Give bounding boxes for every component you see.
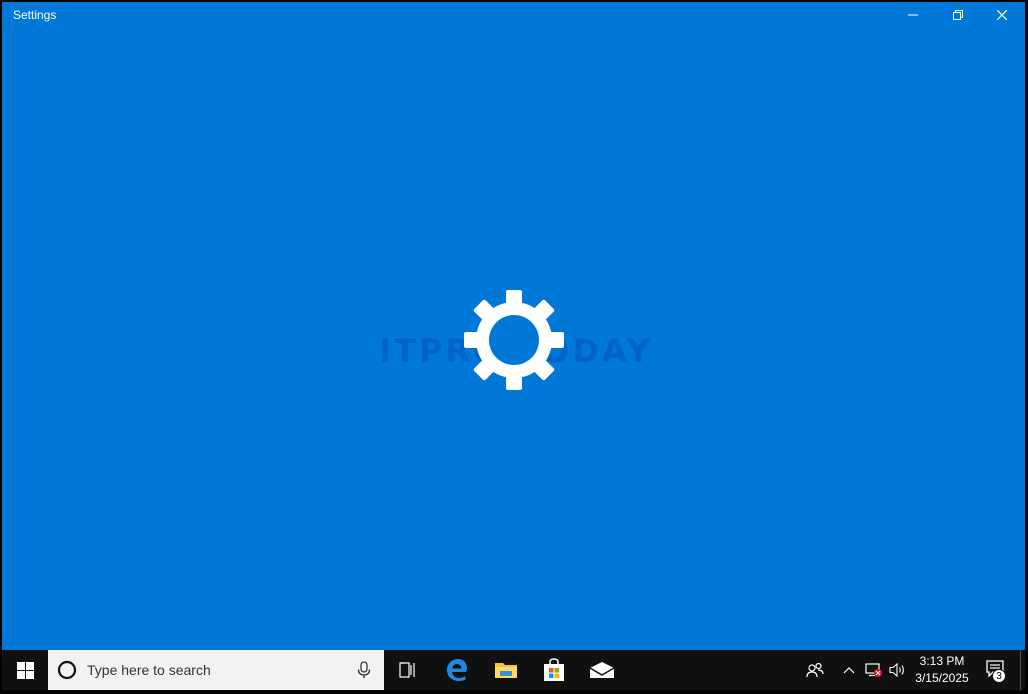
task-view-icon bbox=[399, 662, 415, 678]
taskbar-app-file-explorer[interactable] bbox=[488, 650, 524, 690]
search-placeholder: Type here to search bbox=[87, 662, 211, 678]
people-button[interactable] bbox=[800, 650, 830, 690]
notification-count-badge: 3 bbox=[992, 669, 1006, 683]
system-clock[interactable]: 3:13 PM 3/15/2025 bbox=[912, 653, 972, 689]
restore-icon bbox=[953, 10, 963, 20]
start-button[interactable] bbox=[2, 650, 48, 690]
cortana-circle-icon bbox=[57, 660, 77, 680]
show-hidden-icons-button[interactable] bbox=[838, 650, 860, 690]
volume-icon bbox=[889, 662, 904, 678]
minimize-button[interactable] bbox=[891, 2, 935, 28]
people-icon bbox=[806, 662, 824, 678]
mail-icon bbox=[589, 662, 615, 678]
window-title: Settings bbox=[13, 8, 57, 22]
network-button[interactable] bbox=[862, 650, 886, 690]
show-desktop-button[interactable] bbox=[1020, 650, 1025, 690]
settings-window: Settings ITPRO TODAY bbox=[2, 2, 1025, 650]
taskbar-app-edge[interactable] bbox=[439, 650, 475, 690]
volume-button[interactable] bbox=[886, 650, 910, 690]
taskbar-app-store[interactable] bbox=[536, 650, 572, 690]
network-disconnected-icon bbox=[865, 663, 882, 677]
microphone-icon[interactable] bbox=[354, 660, 374, 680]
chevron-up-icon bbox=[843, 667, 855, 674]
store-bag-icon bbox=[544, 658, 564, 681]
clock-time: 3:13 PM bbox=[919, 654, 965, 668]
edge-icon bbox=[447, 659, 467, 681]
gear-icon bbox=[464, 290, 564, 390]
folder-icon bbox=[495, 663, 517, 678]
title-bar[interactable]: Settings bbox=[2, 2, 1025, 30]
close-button[interactable] bbox=[980, 2, 1024, 28]
minimize-icon bbox=[908, 14, 918, 16]
taskbar-app-mail[interactable] bbox=[584, 650, 620, 690]
taskbar: Type here to search 3:13 PM 3/15/2025 3 bbox=[2, 650, 1025, 690]
desktop-screen: Settings ITPRO TODAY Type here to search… bbox=[0, 0, 1028, 694]
close-icon bbox=[997, 10, 1007, 20]
windows-logo-icon bbox=[16, 661, 34, 679]
action-center-button[interactable]: 3 bbox=[980, 650, 1014, 690]
restore-button[interactable] bbox=[936, 2, 980, 28]
task-view-button[interactable] bbox=[390, 650, 426, 690]
search-box[interactable]: Type here to search bbox=[48, 650, 384, 690]
clock-date: 3/15/2025 bbox=[915, 671, 969, 685]
